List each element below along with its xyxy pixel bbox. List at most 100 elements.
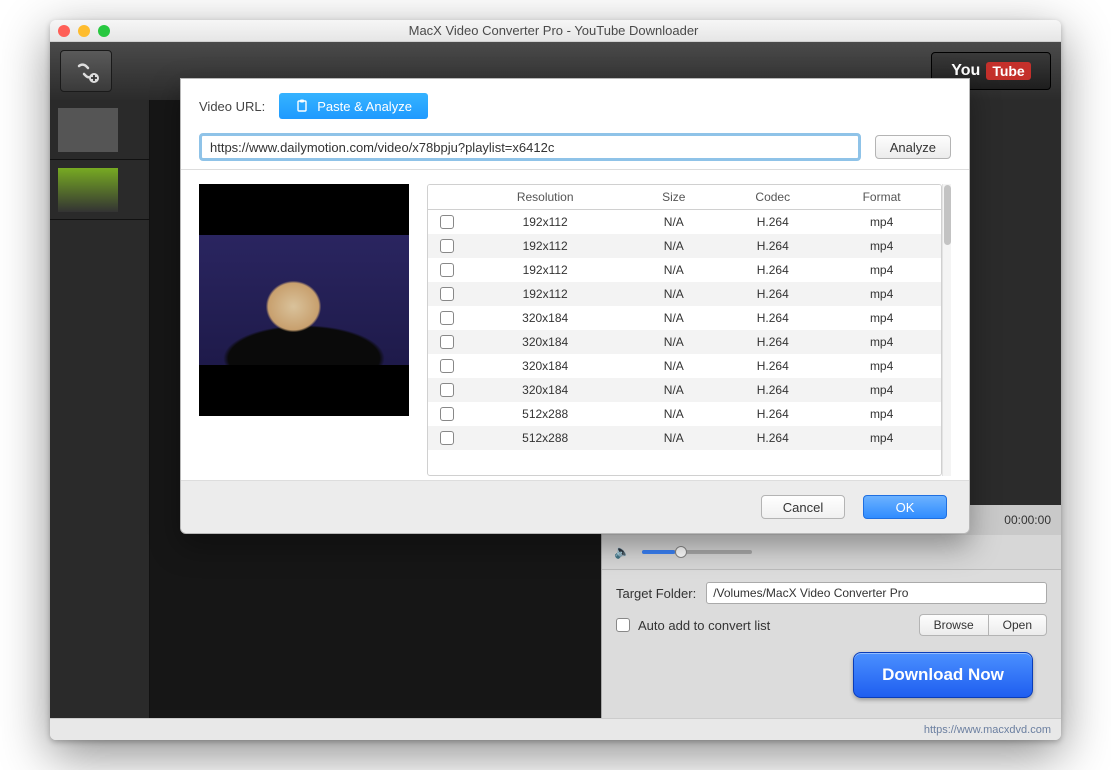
video-url-input[interactable] [199,133,861,161]
table-row[interactable]: 320x184N/AH.264mp4 [428,354,941,378]
app-window: MacX Video Converter Pro - YouTube Downl… [50,20,1061,740]
cell-resolution: 320x184 [466,378,624,402]
cell-codec: H.264 [723,306,822,330]
row-checkbox[interactable] [440,431,454,445]
video-preview [199,184,409,416]
cell-size: N/A [624,306,723,330]
cell-codec: H.264 [723,210,822,234]
status-bar: https://www.macxdvd.com [50,718,1061,740]
row-checkbox[interactable] [440,407,454,421]
table-row[interactable]: 320x184N/AH.264mp4 [428,330,941,354]
preview-thumbnail [199,235,409,365]
cell-codec: H.264 [723,378,822,402]
ok-button[interactable]: OK [863,495,947,519]
cell-resolution: 512x288 [466,402,624,426]
window-title: MacX Video Converter Pro - YouTube Downl… [110,23,997,38]
formats-table: Resolution Size Codec Format 192x112N/AH… [427,184,942,476]
cell-size: N/A [624,330,723,354]
row-checkbox[interactable] [440,311,454,325]
cell-format: mp4 [822,330,941,354]
cell-resolution: 192x112 [466,210,624,234]
cell-resolution: 192x112 [466,234,624,258]
cell-format: mp4 [822,258,941,282]
table-row[interactable]: 192x112N/AH.264mp4 [428,210,941,234]
cell-resolution: 320x184 [466,330,624,354]
cell-format: mp4 [822,282,941,306]
player-controls [602,535,1061,569]
analyze-button[interactable]: Analyze [875,135,951,159]
cell-size: N/A [624,354,723,378]
table-row[interactable]: 320x184N/AH.264mp4 [428,378,941,402]
auto-add-checkbox[interactable] [616,618,630,632]
table-scrollbar[interactable] [942,184,951,476]
table-row[interactable]: 192x112N/AH.264mp4 [428,282,941,306]
cell-format: mp4 [822,378,941,402]
player-time: 00:00:00 [1004,513,1051,527]
volume-slider[interactable] [642,550,752,554]
minimize-icon[interactable] [78,25,90,37]
row-checkbox[interactable] [440,287,454,301]
titlebar: MacX Video Converter Pro - YouTube Downl… [50,20,1061,42]
cell-codec: H.264 [723,258,822,282]
youtube-text-b: Tube [986,62,1030,80]
cell-size: N/A [624,234,723,258]
cell-size: N/A [624,426,723,450]
row-checkbox[interactable] [440,359,454,373]
queue-sidebar [50,100,150,718]
cell-format: mp4 [822,210,941,234]
cell-resolution: 512x288 [466,426,624,450]
window-controls [58,25,110,37]
col-codec: Codec [723,185,822,209]
target-zone: Target Folder: Auto add to convert list … [602,569,1061,718]
speaker-icon[interactable] [614,543,630,561]
table-body[interactable]: 192x112N/AH.264mp4192x112N/AH.264mp4192x… [428,210,941,475]
cancel-button[interactable]: Cancel [761,495,845,519]
cell-resolution: 320x184 [466,354,624,378]
queue-thumb [58,168,118,212]
cell-resolution: 320x184 [466,306,624,330]
add-url-button[interactable] [60,50,112,92]
row-checkbox[interactable] [440,263,454,277]
browse-open-segment: Browse Open [919,614,1047,636]
cell-format: mp4 [822,426,941,450]
queue-item[interactable] [50,160,149,220]
status-url[interactable]: https://www.macxdvd.com [924,724,1051,736]
download-now-button[interactable]: Download Now [853,652,1033,698]
link-plus-icon [71,58,101,84]
cell-size: N/A [624,282,723,306]
col-resolution: Resolution [466,185,624,209]
table-row[interactable]: 192x112N/AH.264mp4 [428,234,941,258]
clipboard-icon [295,99,309,113]
row-checkbox[interactable] [440,335,454,349]
video-url-label: Video URL: [199,99,265,114]
analyze-dialog: Video URL: Paste & Analyze Analyze [180,78,970,534]
cell-codec: H.264 [723,282,822,306]
table-row[interactable]: 512x288N/AH.264mp4 [428,426,941,450]
col-size: Size [624,185,723,209]
row-checkbox[interactable] [440,383,454,397]
target-folder-label: Target Folder: [616,586,696,601]
row-checkbox[interactable] [440,215,454,229]
open-button[interactable]: Open [988,614,1047,636]
cell-size: N/A [624,258,723,282]
cell-codec: H.264 [723,234,822,258]
queue-item[interactable] [50,100,149,160]
browse-button[interactable]: Browse [919,614,988,636]
row-checkbox[interactable] [440,239,454,253]
close-icon[interactable] [58,25,70,37]
cell-size: N/A [624,402,723,426]
cell-resolution: 192x112 [466,258,624,282]
table-row[interactable]: 320x184N/AH.264mp4 [428,306,941,330]
zoom-icon[interactable] [98,25,110,37]
cell-codec: H.264 [723,354,822,378]
target-folder-input[interactable] [706,582,1047,604]
table-row[interactable]: 512x288N/AH.264mp4 [428,402,941,426]
cell-format: mp4 [822,402,941,426]
cell-codec: H.264 [723,330,822,354]
queue-thumb [58,108,118,152]
cell-size: N/A [624,378,723,402]
cell-format: mp4 [822,306,941,330]
col-format: Format [822,185,941,209]
paste-analyze-button[interactable]: Paste & Analyze [279,93,428,119]
table-row[interactable]: 192x112N/AH.264mp4 [428,258,941,282]
